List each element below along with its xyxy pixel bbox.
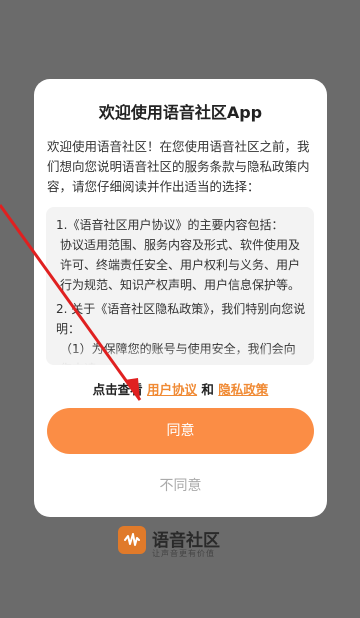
terms-item-1: 1.《语音社区用户协议》的主要内容包括： 协议适用范围、服务内容及形式、软件使用… (56, 215, 306, 295)
brand-slogan: 让声音更有价值 (152, 549, 215, 558)
policy-link-row: 点击查看 用户协议 和 隐私政策 (34, 379, 327, 398)
dialog-title: 欢迎使用语音社区App (98, 103, 263, 122)
link-prefix: 点击查看 (92, 382, 143, 397)
privacy-policy-link[interactable]: 隐私政策 (218, 382, 268, 397)
disagree-button[interactable]: 不同意 (34, 475, 327, 495)
user-agreement-link[interactable]: 用户协议 (147, 382, 197, 397)
voice-wave-logo-icon (118, 526, 146, 554)
terms-scroll-area[interactable]: 1.《语音社区用户协议》的主要内容包括： 协议适用范围、服务内容及形式、软件使用… (46, 207, 314, 365)
agree-button[interactable]: 同意 (47, 408, 314, 454)
terms-text: 1.《语音社区用户协议》的主要内容包括： 协议适用范围、服务内容及形式、软件使用… (56, 215, 306, 365)
terms-item-2-heading: 2. 关于《语音社区隐私政策》，我们特别向您说明： (56, 302, 306, 336)
terms-item-1-body: 协议适用范围、服务内容及形式、软件使用及许可、终端责任安全、用户权利与义务、用户… (60, 238, 301, 292)
link-and: 和 (201, 382, 214, 397)
dialog-intro: 欢迎使用语音社区！在您使用语音社区之前，我们想向您说明语音社区的服务条款与隐私政… (47, 139, 310, 194)
terms-fade (46, 347, 314, 365)
terms-item-1-heading: 1.《语音社区用户协议》的主要内容包括： (56, 218, 284, 232)
brand-footer: 语音社区 让声音更有价值 (118, 520, 258, 560)
consent-dialog: 欢迎使用语音社区App 欢迎使用语音社区！在您使用语音社区之前，我们想向您说明语… (34, 79, 327, 517)
